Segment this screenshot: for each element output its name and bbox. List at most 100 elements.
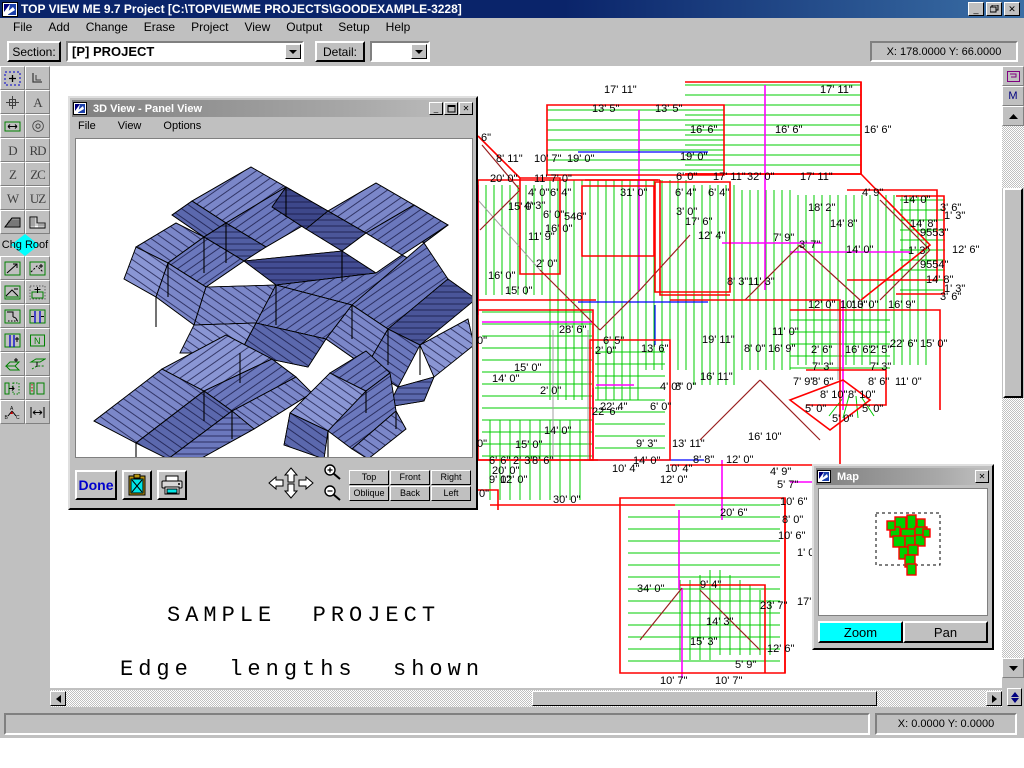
map-zoom-button[interactable]: Zoom (818, 621, 903, 643)
dimension-label: 8' 0" (675, 381, 696, 393)
menu-add[interactable]: Add (40, 19, 77, 36)
w-tool-icon[interactable]: W (0, 186, 25, 210)
mirror-panel-icon[interactable] (25, 304, 50, 328)
vertical-scroll-stepper[interactable] (1007, 688, 1022, 706)
crosshair-point-icon[interactable] (0, 90, 25, 114)
detail-select-chevron-down-icon[interactable] (411, 44, 427, 59)
split-panel-icon[interactable] (0, 328, 25, 352)
mode-indicator-label: Chg Roof (1, 239, 49, 251)
map-overview-viewport[interactable] (818, 488, 988, 616)
circle-icon[interactable]: ◎ (25, 114, 50, 138)
pan-arrows-icon[interactable] (267, 466, 317, 505)
dimension-label: 13' 0" (851, 299, 879, 311)
map-toggle-icon[interactable]: M (1002, 86, 1024, 106)
printer-icon[interactable] (157, 470, 187, 500)
3d-view-title-bar: 3D View - Panel View _ ✕ (72, 100, 474, 117)
3d-model-viewport[interactable] (75, 138, 473, 458)
rd-tool-icon[interactable]: RD (25, 138, 50, 162)
section-button[interactable]: Section: (7, 41, 61, 62)
zoom-in-icon[interactable] (322, 464, 342, 485)
scroll-right-icon[interactable] (986, 691, 1002, 706)
3d-maximize-button[interactable] (444, 102, 458, 115)
view-top-button[interactable]: Top (349, 469, 389, 485)
menu-output[interactable]: Output (278, 19, 330, 36)
restore-button[interactable] (986, 2, 1002, 16)
zc-tool-icon[interactable]: ZC (25, 162, 50, 186)
minimize-button[interactable]: _ (968, 2, 984, 16)
tilt-plane-icon[interactable] (25, 352, 50, 376)
remove-ridge-icon[interactable] (0, 280, 25, 304)
uz-tool-icon[interactable]: UZ (25, 186, 50, 210)
detail-select[interactable] (370, 41, 430, 62)
menu-file[interactable]: File (5, 19, 40, 36)
text-annotation-icon[interactable]: A (25, 90, 50, 114)
map-close-button[interactable]: ✕ (975, 470, 989, 483)
scroll-up-icon[interactable] (1002, 106, 1024, 126)
view-left-button[interactable]: Left (431, 485, 471, 501)
dimension-label: 16' 6" (775, 124, 803, 136)
dimension-label: 8' 0" (782, 514, 803, 526)
view-front-button[interactable]: Front (390, 469, 430, 485)
map-window-controls: ✕ (975, 470, 989, 483)
add-region-icon[interactable] (0, 66, 25, 90)
corner-icon[interactable] (25, 66, 50, 90)
add-ridge-icon[interactable] (25, 256, 50, 280)
horizontal-scrollbar-thumb[interactable] (532, 691, 877, 706)
d-tool-icon[interactable]: D (0, 138, 25, 162)
zoom-out-icon[interactable] (322, 485, 342, 506)
3d-close-button[interactable]: ✕ (459, 102, 473, 115)
horizontal-scrollbar[interactable] (50, 690, 1002, 707)
mode-indicator-chg-roof[interactable]: Chg Roof (0, 234, 50, 256)
dimension-label: 6' 0" (650, 401, 671, 413)
scroll-step-up-icon[interactable] (1010, 691, 1019, 697)
dimension-label: 8' 6" (812, 376, 833, 388)
3d-minimize-button[interactable]: _ (429, 102, 443, 115)
map-thumbnail (875, 512, 941, 576)
3d-menu-options[interactable]: Options (163, 120, 211, 132)
3d-menu-view[interactable]: View (118, 120, 152, 132)
section-select[interactable]: [P] PROJECT (66, 41, 304, 62)
move-edge-icon[interactable] (25, 280, 50, 304)
l-shape-roof-icon[interactable] (25, 210, 50, 234)
menu-change[interactable]: Change (78, 19, 136, 36)
3d-menu-file[interactable]: File (78, 120, 106, 132)
hip-roof-icon[interactable] (0, 210, 25, 234)
view-oblique-button[interactable]: Oblique (349, 485, 389, 501)
dimension-label: 5' 0" (805, 403, 826, 415)
menu-project[interactable]: Project (183, 19, 236, 36)
wall-panel-icon[interactable] (25, 376, 50, 400)
view-right-button[interactable]: Right (431, 469, 471, 485)
dimension-label: 9554" (920, 259, 948, 271)
map-pan-button[interactable]: Pan (903, 621, 988, 643)
menu-setup[interactable]: Setup (330, 19, 377, 36)
dimension-label: 10' 6" (780, 496, 808, 508)
scroll-down-icon[interactable] (1002, 658, 1024, 678)
plan-view-icon[interactable] (1002, 66, 1024, 86)
vertex-labels-icon[interactable]: ABC (0, 400, 25, 424)
dimension-icon[interactable] (0, 114, 25, 138)
z-tool-icon[interactable]: Z (0, 162, 25, 186)
vertical-scrollbar-thumb[interactable] (1003, 188, 1023, 398)
dimension-label: 7' 3" (812, 361, 833, 373)
add-plane-icon[interactable] (0, 352, 25, 376)
3d-view-window[interactable]: 3D View - Panel View _ ✕ File View Optio… (68, 96, 478, 510)
close-button[interactable]: ✕ (1004, 2, 1020, 16)
clipboard-icon[interactable] (122, 470, 152, 500)
span-measure-icon[interactable] (25, 400, 50, 424)
detail-button[interactable]: Detail: (315, 41, 365, 62)
dimension-label: 9' 4" (700, 579, 721, 591)
rotate-panel-icon[interactable] (0, 304, 25, 328)
done-button[interactable]: Done (75, 470, 117, 500)
3d-view-title: 3D View - Panel View (93, 102, 203, 115)
scroll-step-down-icon[interactable] (1010, 697, 1019, 703)
view-back-button[interactable]: Back (390, 485, 430, 501)
scroll-left-icon[interactable] (50, 691, 66, 706)
label-panel-icon[interactable]: N (25, 328, 50, 352)
menu-view[interactable]: View (236, 19, 278, 36)
slope-line-icon[interactable] (0, 256, 25, 280)
menu-help[interactable]: Help (378, 19, 419, 36)
menu-erase[interactable]: Erase (136, 19, 183, 36)
map-window[interactable]: Map ✕ Zoom Pan (812, 464, 994, 650)
section-select-chevron-down-icon[interactable] (285, 44, 301, 59)
offset-edge-icon[interactable] (0, 376, 25, 400)
